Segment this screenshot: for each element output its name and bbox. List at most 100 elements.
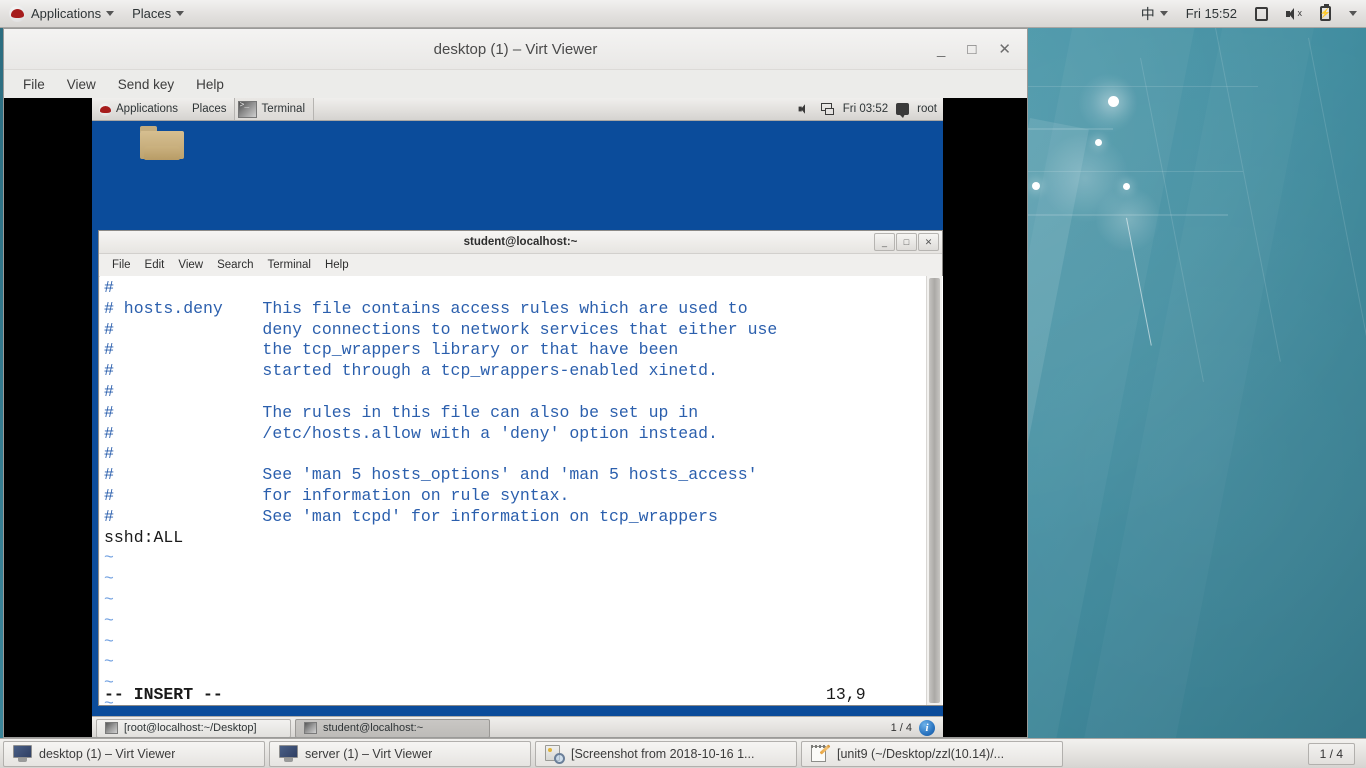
display-indicator[interactable]: [1246, 0, 1277, 27]
guest-places-menu[interactable]: Places: [185, 98, 234, 120]
terminal-body[interactable]: # # hosts.deny This file contains access…: [100, 276, 943, 705]
monitor-icon: [279, 745, 298, 762]
vim-mode-indicator: -- INSERT --: [104, 685, 223, 704]
guest-panel-task-terminal[interactable]: Terminal: [233, 98, 315, 120]
vim-line: ~: [104, 548, 114, 568]
taskbar-item-label: server (1) – Virt Viewer: [305, 746, 433, 761]
screen-root: Applications Places 中 Fri 15:52 x ⚡ desk…: [0, 0, 1366, 768]
speaker-muted-icon: x: [1286, 7, 1302, 21]
maximize-button[interactable]: □: [967, 42, 976, 57]
vim-line: # hosts.deny This file contains access r…: [104, 298, 748, 318]
vim-line: # the tcp_wrappers library or that have …: [104, 340, 679, 360]
wallpaper-dot: [1095, 139, 1102, 146]
terminal-icon: [304, 722, 317, 734]
wallpaper-line: [1028, 86, 1258, 87]
ime-chinese-icon: 中: [1140, 5, 1155, 22]
volume-indicator[interactable]: x: [1277, 0, 1311, 27]
places-menu-label: Places: [132, 6, 172, 21]
terminal-minimize-button[interactable]: _: [874, 233, 895, 251]
virt-viewer-titlebar[interactable]: desktop (1) – Virt Viewer _ □ ✕: [4, 29, 1027, 70]
guest-applications-menu[interactable]: Applications: [92, 98, 185, 120]
vim-line: ~: [104, 610, 114, 630]
screen-icon: [1255, 6, 1268, 21]
system-menu[interactable]: [1340, 0, 1366, 27]
virt-viewer-title: desktop (1) – Virt Viewer: [433, 40, 598, 58]
chevron-down-icon: [1349, 11, 1357, 16]
terminal-window[interactable]: student@localhost:~ _ □ ✕ File Edit View…: [98, 230, 943, 706]
network-disconnected-icon[interactable]: [820, 102, 835, 116]
terminal-close-button[interactable]: ✕: [918, 233, 939, 251]
terminal-menu-terminal[interactable]: Terminal: [261, 257, 318, 273]
vim-line: #: [104, 381, 114, 401]
guest-panel-status-area: Fri 03:52 root: [797, 102, 943, 118]
image-viewer-icon: [545, 744, 565, 764]
taskbar-item-desktop-virt-viewer[interactable]: desktop (1) – Virt Viewer: [3, 740, 265, 767]
vim-line: # /etc/hosts.allow with a 'deny' option …: [104, 423, 718, 443]
virt-viewer-guest-canvas[interactable]: Applications Places Terminal: [4, 98, 1027, 737]
terminal-title: student@localhost:~: [463, 236, 578, 248]
vim-buffer-text: # # hosts.deny This file contains access…: [104, 278, 921, 705]
minimize-button[interactable]: _: [937, 42, 945, 57]
taskbar-item-label: [unit9 (~/Desktop/zzl(10.14)/...: [837, 746, 1005, 761]
terminal-menu-view[interactable]: View: [171, 257, 210, 273]
guest-top-panel: Applications Places Terminal: [92, 98, 943, 121]
vim-line: # deny connections to network services t…: [104, 319, 778, 339]
clock[interactable]: Fri 15:52: [1177, 0, 1246, 27]
taskbar-item-server-virt-viewer[interactable]: server (1) – Virt Viewer: [269, 740, 531, 767]
menu-help[interactable]: Help: [187, 74, 233, 95]
vim-cursor-position: 13,9: [826, 685, 866, 704]
guest-clock-label[interactable]: Fri 03:52: [843, 103, 888, 115]
input-method-indicator[interactable]: 中: [1132, 0, 1177, 27]
terminal-menu-search[interactable]: Search: [210, 257, 260, 273]
workspace-indicator[interactable]: 1 / 4: [1307, 742, 1355, 765]
terminal-scrollbar-thumb[interactable]: [929, 278, 940, 703]
battery-icon: ⚡: [1320, 4, 1331, 21]
chevron-down-icon: [176, 11, 185, 16]
applications-menu[interactable]: Applications: [0, 0, 123, 27]
guest-taskbar-item-label: student@localhost:~: [323, 722, 424, 734]
text-editor-icon: [811, 743, 831, 763]
vim-line: #: [104, 444, 114, 464]
info-icon[interactable]: i: [919, 720, 935, 736]
speaker-icon[interactable]: [798, 103, 811, 114]
menu-send-key[interactable]: Send key: [109, 74, 183, 95]
taskbar-item-screenshot[interactable]: [Screenshot from 2018-10-16 1...: [535, 740, 797, 767]
wallpaper-dot: [1032, 182, 1040, 190]
monitor-icon: [13, 745, 32, 762]
menu-view[interactable]: View: [58, 74, 105, 95]
taskbar-item-label: desktop (1) – Virt Viewer: [39, 746, 176, 761]
guest-user-label[interactable]: root: [917, 103, 937, 115]
bottom-taskbar: desktop (1) – Virt Viewer server (1) – V…: [0, 738, 1366, 768]
places-menu[interactable]: Places: [123, 0, 193, 27]
terminal-menu-help[interactable]: Help: [318, 257, 356, 273]
terminal-menu-edit[interactable]: Edit: [138, 257, 172, 273]
chevron-down-icon: [106, 11, 115, 16]
wallpaper-glow: [1095, 186, 1161, 252]
terminal-icon: [105, 722, 118, 734]
top-panel-status-area: 中 Fri 15:52 x ⚡: [1132, 0, 1366, 27]
guest-taskbar-item-student[interactable]: student@localhost:~: [295, 718, 490, 737]
terminal-scrollbar[interactable]: [926, 276, 942, 705]
guest-workspace-indicator[interactable]: 1 / 4: [891, 722, 912, 734]
virt-viewer-window[interactable]: desktop (1) – Virt Viewer _ □ ✕ File Vie…: [3, 28, 1028, 738]
bottom-taskbar-right: 1 / 4: [1307, 742, 1363, 765]
battery-indicator[interactable]: ⚡: [1311, 0, 1340, 27]
terminal-maximize-button[interactable]: □: [896, 233, 917, 251]
chevron-down-icon: [1159, 11, 1168, 16]
guest-taskbar-item-label: [root@localhost:~/Desktop]: [124, 722, 257, 734]
taskbar-item-label: [Screenshot from 2018-10-16 1...: [571, 746, 755, 761]
vim-line: # See 'man tcpd' for information on tcp_…: [104, 506, 718, 526]
vim-line: ~: [104, 569, 114, 589]
guest-taskbar-item-root-desktop[interactable]: [root@localhost:~/Desktop]: [96, 718, 291, 737]
vim-line: # started through a tcp_wrappers-enabled…: [104, 361, 718, 381]
menu-file[interactable]: File: [14, 74, 54, 95]
virt-viewer-window-controls: _ □ ✕: [937, 42, 1027, 57]
desktop-folder-icon[interactable]: [140, 126, 184, 160]
taskbar-item-unit9[interactable]: [unit9 (~/Desktop/zzl(10.14)/...: [801, 740, 1063, 767]
close-button[interactable]: ✕: [998, 42, 1011, 57]
vim-line: ~: [104, 652, 114, 672]
terminal-menu-file[interactable]: File: [105, 257, 138, 273]
vim-line: # for information on rule syntax.: [104, 485, 570, 505]
terminal-titlebar[interactable]: student@localhost:~ _ □ ✕: [99, 231, 942, 254]
wallpaper-dot: [1108, 96, 1119, 107]
